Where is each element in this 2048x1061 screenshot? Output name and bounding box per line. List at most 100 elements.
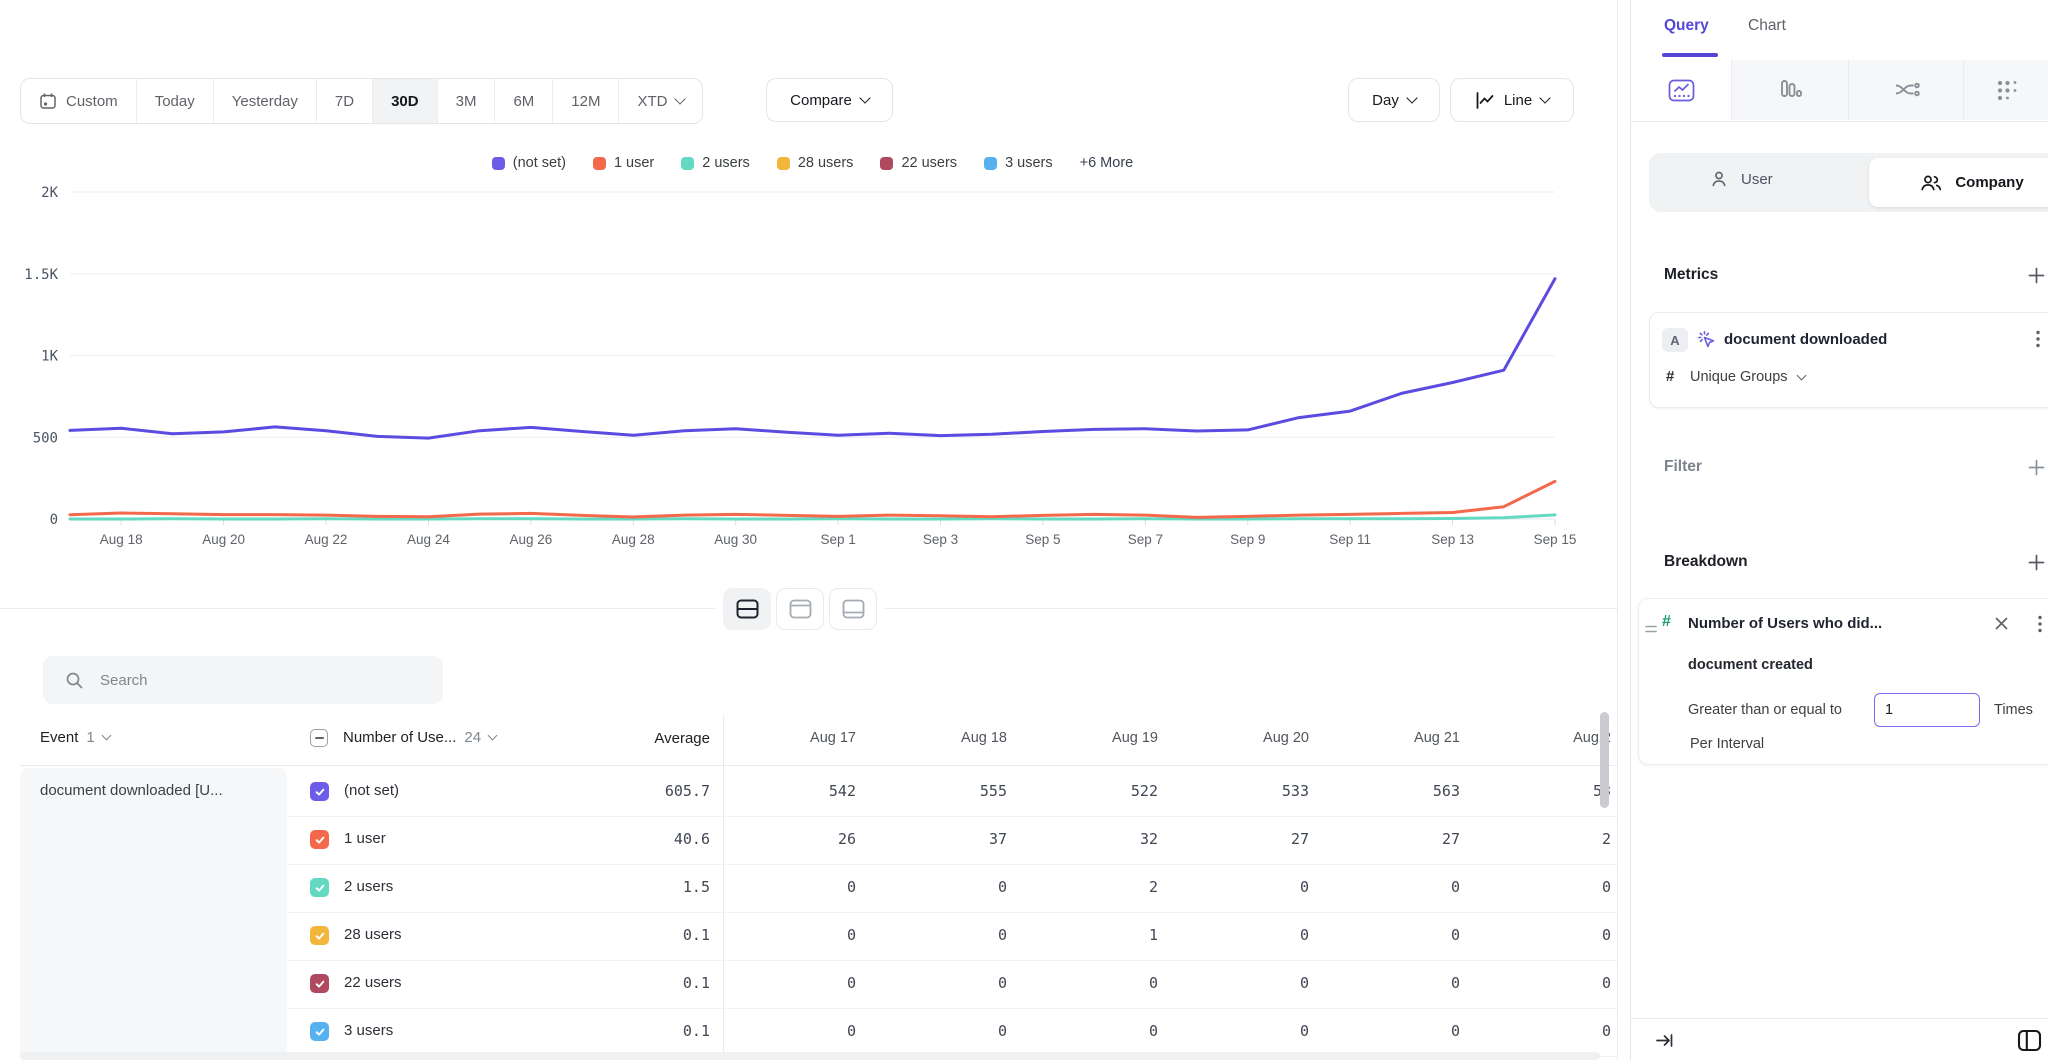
measure-dropdown[interactable]: Unique Groups: [1690, 369, 1805, 385]
vertical-scrollbar[interactable]: [1600, 712, 1609, 808]
range-yesterday[interactable]: Yesterday: [214, 79, 317, 123]
kebab-menu-icon[interactable]: [2038, 615, 2042, 638]
chart-type-bar[interactable]: [1731, 60, 1849, 120]
metrics-heading: Metrics: [1664, 266, 1718, 284]
legend-item[interactable]: (not set): [492, 155, 566, 171]
range-7d[interactable]: 7D: [317, 79, 373, 123]
range-3m[interactable]: 3M: [438, 79, 496, 123]
chart-type-flow[interactable]: [1848, 60, 1964, 120]
row-checkbox[interactable]: [310, 1022, 329, 1041]
row-value: 0: [1208, 878, 1359, 896]
row-average: 605.7: [460, 782, 710, 800]
svg-text:Aug 30: Aug 30: [714, 532, 757, 547]
add-filter-button[interactable]: [2027, 458, 2047, 478]
layout-split-icon[interactable]: [723, 588, 771, 630]
legend-item[interactable]: 22 users: [880, 155, 957, 171]
layout-top-icon[interactable]: [776, 588, 824, 630]
layout-toggle: [715, 584, 885, 634]
flow-chart-icon: [1893, 79, 1921, 101]
chart-type-grid[interactable]: [1963, 60, 2048, 120]
metric-card[interactable]: A document downloaded # Unique Groups: [1649, 312, 2048, 408]
scope-user[interactable]: User: [1709, 169, 1773, 189]
range-6m[interactable]: 6M: [495, 79, 553, 123]
svg-text:Sep 13: Sep 13: [1431, 532, 1474, 547]
breakdown-event: document created: [1688, 657, 1813, 673]
table-row[interactable]: 1 user40.626373227272: [287, 816, 1617, 865]
legend-more[interactable]: +6 More: [1080, 155, 1134, 171]
row-value: 0: [1359, 926, 1510, 944]
range-12m[interactable]: 12M: [553, 79, 619, 123]
scope-toggle: User Company: [1649, 153, 2048, 212]
add-metric-button[interactable]: [2027, 266, 2047, 286]
row-checkbox[interactable]: [310, 830, 329, 849]
legend-item[interactable]: 28 users: [777, 155, 854, 171]
row-value: 0: [906, 974, 1057, 992]
tab-chart[interactable]: Chart: [1748, 17, 1786, 35]
svg-text:Aug 20: Aug 20: [202, 532, 245, 547]
chart-type-line[interactable]: [1631, 60, 1732, 120]
legend-item[interactable]: 3 users: [984, 155, 1053, 171]
legend-item[interactable]: 1 user: [593, 155, 654, 171]
average-column-header[interactable]: Average: [460, 730, 710, 747]
date-column-header[interactable]: Aug 18: [906, 730, 1057, 746]
table-row[interactable]: 3 users0.1000000: [287, 1008, 1617, 1057]
per-interval-label: Per Interval: [1690, 736, 1764, 752]
date-column-header[interactable]: Aug 17: [755, 730, 906, 746]
event-panel[interactable]: document downloaded [U...: [20, 768, 287, 1060]
legend-item[interactable]: 2 users: [681, 155, 750, 171]
date-column-header[interactable]: Aug 20: [1208, 730, 1359, 746]
row-checkbox[interactable]: [310, 878, 329, 897]
date-column-header[interactable]: Aug 19: [1057, 730, 1208, 746]
add-breakdown-button[interactable]: [2027, 553, 2047, 573]
search-input[interactable]: [98, 671, 402, 690]
scope-company[interactable]: Company: [1869, 158, 2048, 207]
tab-query[interactable]: Query: [1664, 17, 1709, 35]
filter-heading: Filter: [1664, 458, 1702, 476]
horizontal-scrollbar[interactable]: [20, 1052, 1600, 1060]
chart-type-selector: [1631, 60, 2048, 122]
row-value: 0: [755, 1022, 906, 1040]
drag-handle-icon[interactable]: [1645, 621, 1657, 639]
range-xtd[interactable]: XTD: [619, 79, 702, 123]
date-column-header[interactable]: Aug 21: [1359, 730, 1510, 746]
dot-grid-icon: [1995, 78, 2020, 103]
range-30d[interactable]: 30D: [373, 79, 438, 123]
times-input[interactable]: [1874, 693, 1980, 727]
times-label: Times: [1994, 702, 2033, 718]
range-today[interactable]: Today: [137, 79, 214, 123]
row-checkbox[interactable]: [310, 782, 329, 801]
layout-bottom-icon[interactable]: [829, 588, 877, 630]
table-header: Event 1 Number of Use... 24 Average Aug …: [0, 715, 1617, 765]
chart-type-dropdown[interactable]: Line: [1450, 78, 1574, 122]
row-checkbox[interactable]: [310, 974, 329, 993]
row-value: 0: [906, 926, 1057, 944]
table-row[interactable]: (not set)605.754255552253356353: [287, 768, 1617, 817]
line-chart[interactable]: 05001K1.5K2KAug 18Aug 20Aug 22Aug 24Aug …: [0, 185, 1617, 555]
table-row[interactable]: 2 users1.5002000: [287, 864, 1617, 913]
collapse-panel-icon[interactable]: [1655, 1032, 1675, 1049]
row-checkbox[interactable]: [310, 926, 329, 945]
svg-text:Aug 24: Aug 24: [407, 532, 450, 547]
select-all-checkbox[interactable]: [310, 729, 328, 747]
row-value: 0: [755, 878, 906, 896]
close-icon[interactable]: [1994, 616, 2009, 636]
svg-text:Sep 3: Sep 3: [923, 532, 958, 547]
legend-swatch: [681, 157, 694, 170]
range-custom[interactable]: Custom: [21, 79, 137, 123]
row-value: 0: [1057, 1022, 1208, 1040]
row-value: 0: [1208, 926, 1359, 944]
content-right-border: [1617, 0, 1618, 1060]
table-row[interactable]: 28 users0.1001000: [287, 912, 1617, 961]
svg-text:2K: 2K: [41, 185, 58, 201]
svg-text:Sep 11: Sep 11: [1329, 532, 1371, 547]
interval-dropdown[interactable]: Day: [1348, 78, 1440, 122]
compare-button[interactable]: Compare: [766, 78, 893, 122]
table-row[interactable]: 22 users0.1000000: [287, 960, 1617, 1009]
svg-text:500: 500: [33, 430, 58, 446]
svg-text:Sep 7: Sep 7: [1128, 532, 1163, 547]
event-column-header[interactable]: Event 1: [40, 729, 110, 746]
kebab-menu-icon[interactable]: [2036, 330, 2040, 353]
breakdown-card[interactable]: # Number of Users who did... document cr…: [1638, 598, 2048, 765]
row-average: 1.5: [460, 878, 710, 896]
sidebar-toggle-icon[interactable]: [2017, 1029, 2042, 1052]
